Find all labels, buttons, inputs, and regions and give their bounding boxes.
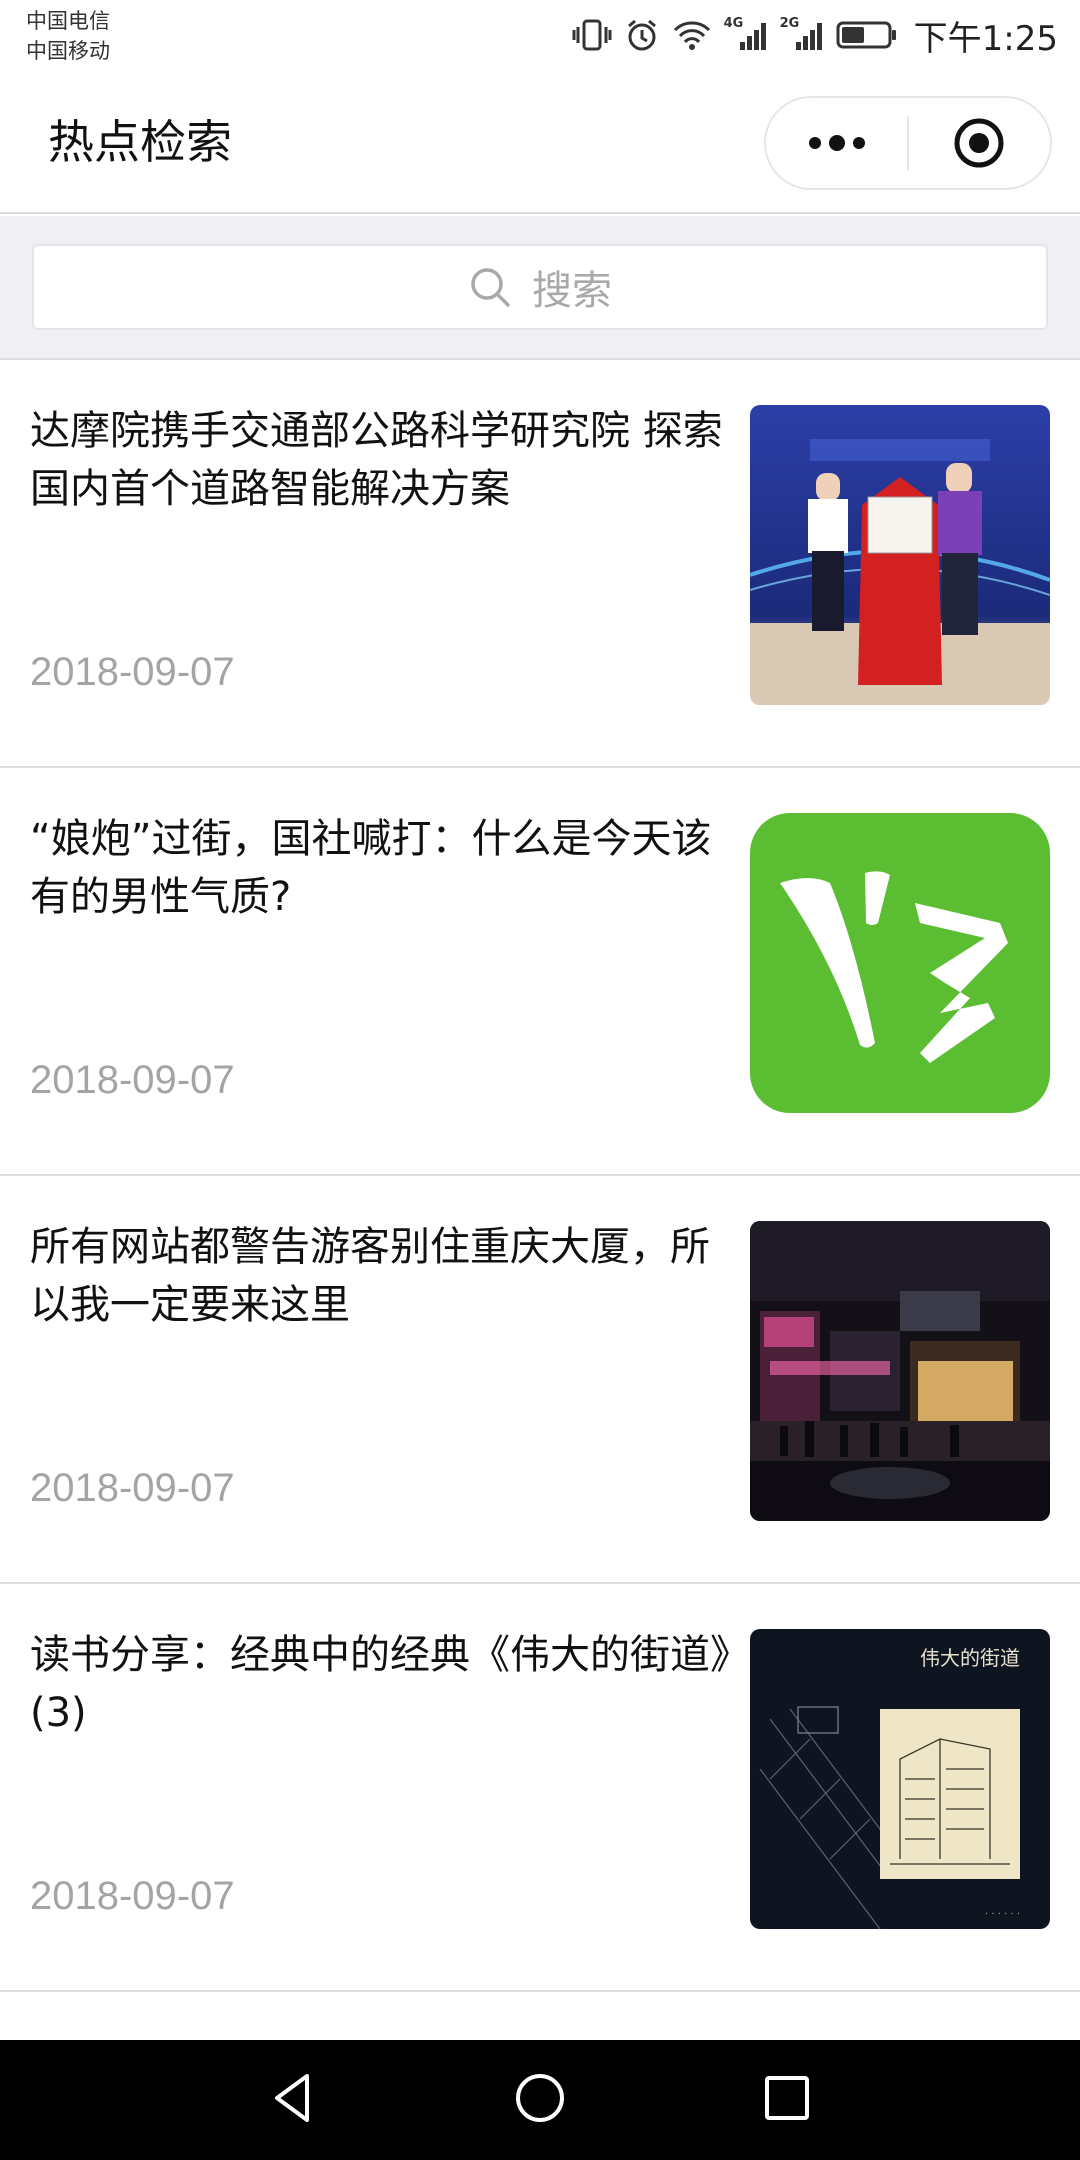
green-app-logo-icon [750,813,1050,1113]
news-date: 2018-09-07 [30,650,235,694]
recents-button[interactable] [757,2068,817,2132]
list-item[interactable]: 读书分享：经典中的经典《伟大的街道》(3) 2018-09-07 伟大的街道 ·… [0,1584,1080,1992]
book-cover-image: 伟大的街道 · · · · · · [750,1629,1050,1929]
more-dots-icon [808,135,865,151]
news-date: 2018-09-07 [30,1874,235,1918]
status-icons: 4G 2G 下午1:25 [572,10,1058,60]
search-area: 搜索 [0,216,1080,360]
search-placeholder: 搜索 [532,268,612,314]
system-navigation-bar [0,2040,1080,2160]
close-button[interactable] [909,98,1050,188]
more-button[interactable] [766,98,907,188]
news-thumbnail: 伟大的街道 · · · · · · [750,1629,1050,1929]
battery-icon [836,19,898,51]
carrier-1: 中国电信 [26,9,110,33]
news-title: “娘炮”过街，国社喊打：什么是今天该有的男性气质? [30,816,712,920]
list-item[interactable]: “娘炮”过街，国社喊打：什么是今天该有的男性气质? 2018-09-07 [0,768,1080,1176]
book-cover-title: 伟大的街道 [920,1646,1020,1670]
signal-2g-icon: 2G [780,16,824,52]
news-thumbnail [750,1221,1050,1521]
page-title: 热点检索 [48,115,232,169]
news-date: 2018-09-07 [30,1058,235,1102]
svg-text:· · · · · ·: · · · · · · [985,1909,1020,1920]
news-list: 达摩院携手交通部公路科学研究院 探索国内首个道路智能解决方案 2018-09-0… [0,360,1080,1992]
night-street-image [750,1221,1050,1521]
home-circle-icon [515,2074,564,2122]
recents-square-icon [764,2076,809,2120]
news-thumbnail [750,405,1050,705]
list-item[interactable]: 所有网站都警告游客别住重庆大厦，所以我一定要来这里 2018-09-07 [0,1176,1080,1584]
alarm-icon [624,17,660,53]
miniprogram-capsule [764,96,1052,190]
clock: 下午1:25 [913,18,1058,59]
news-title: 达摩院携手交通部公路科学研究院 探索国内首个道路智能解决方案 [30,408,723,512]
back-button[interactable] [263,2068,323,2132]
status-bar: 中国电信 中国移动 4G 2G 下午1:25 [0,0,1080,72]
navigation-bar: 热点检索 [0,72,1080,214]
wifi-icon [672,19,712,51]
vibrate-icon [572,18,612,52]
target-close-icon [954,118,1004,168]
news-date: 2018-09-07 [30,1466,235,1510]
search-input[interactable]: 搜索 [32,244,1048,330]
back-triangle-icon [275,2074,310,2122]
news-title: 读书分享：经典中的经典《伟大的街道》(3) [30,1632,730,1736]
news-thumbnail [750,813,1050,1113]
news-title: 所有网站都警告游客别住重庆大厦，所以我一定要来这里 [30,1224,710,1328]
home-button[interactable] [510,2068,570,2132]
carrier-2: 中国移动 [26,39,110,63]
partial-list-item[interactable] [0,1992,1080,2040]
list-item[interactable]: 达摩院携手交通部公路科学研究院 探索国内首个道路智能解决方案 2018-09-0… [0,360,1080,768]
search-icon [471,268,510,307]
signing-ceremony-image [750,405,1050,705]
carrier-labels: 中国电信 中国移动 [26,6,110,66]
signal-4g-icon: 4G [724,16,768,52]
